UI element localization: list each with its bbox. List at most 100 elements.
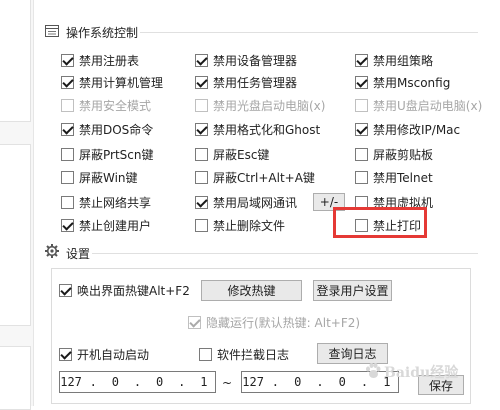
os-option-item[interactable]: 禁用Msconfig [355, 74, 450, 90]
intercept-log-checkbox[interactable] [199, 347, 212, 361]
os-option-label: 禁用Telnet [373, 170, 433, 185]
left-panel-box-bottom [0, 346, 31, 410]
os-option-checkbox[interactable] [355, 147, 368, 161]
hidden-run-checkbox-item[interactable]: 隐藏运行(默认热键: Alt+F2) [188, 314, 360, 330]
os-option-label: 屏蔽剪贴板 [373, 147, 434, 162]
os-option-checkbox[interactable] [195, 147, 208, 161]
os-option-label: 禁止删除文件 [213, 218, 286, 233]
ip-dot: . [271, 375, 280, 389]
os-option-label: 禁用设备管理器 [213, 53, 298, 68]
os-option-checkbox[interactable] [355, 98, 368, 112]
os-option-checkbox[interactable] [195, 122, 208, 136]
os-option-item[interactable]: 禁止创建用户 [61, 217, 151, 233]
ip-from-octet: 1 [200, 375, 208, 389]
left-panel-box-middle [0, 144, 31, 326]
os-option-checkbox[interactable] [61, 122, 74, 136]
intercept-log-label: 软件拦截日志 [217, 347, 290, 362]
gear-icon [45, 244, 59, 261]
os-option-checkbox[interactable] [61, 195, 74, 209]
os-option-item[interactable]: 禁用组策略 [355, 52, 433, 68]
os-option-item[interactable]: 禁用注册表 [61, 52, 139, 68]
os-option-checkbox[interactable] [61, 98, 74, 112]
ip-to-octet: 0 [338, 375, 346, 389]
os-option-label: 禁用任务管理器 [213, 75, 298, 90]
ip-dot: . [178, 375, 186, 389]
os-option-item[interactable]: 禁用设备管理器 [195, 52, 297, 68]
settings-title: 设置 [66, 247, 91, 261]
os-option-checkbox[interactable] [355, 170, 368, 184]
ip-dot: . [316, 375, 324, 389]
os-option-label: 禁用格式化和Ghost [213, 122, 321, 137]
ip-from-octet: 0 [111, 375, 119, 389]
os-control-title: 操作系统控制 [66, 26, 139, 40]
hidden-run-checkbox[interactable] [188, 315, 201, 329]
os-option-label: 禁止网络共享 [79, 195, 152, 210]
window-list-icon [45, 25, 59, 37]
ip-to-octet: 0 [294, 375, 302, 389]
os-option-label: 禁用光盘启动电脑(x) [213, 98, 326, 113]
os-option-checkbox[interactable] [61, 218, 74, 232]
ip-from-octet: 127 [60, 375, 82, 389]
os-option-item[interactable]: 禁用格式化和Ghost [195, 121, 320, 137]
os-option-checkbox[interactable] [195, 98, 208, 112]
ip-from-octet: 0 [156, 375, 164, 389]
os-option-checkbox[interactable] [195, 53, 208, 67]
os-option-item[interactable]: 屏蔽PrtScn键 [61, 146, 154, 162]
os-option-label: 禁用局域网通讯 [213, 195, 298, 210]
modify-hotkey-button[interactable]: 修改热键 [201, 280, 302, 301]
os-option-label: 禁用组策略 [373, 53, 434, 68]
os-option-checkbox[interactable] [61, 53, 74, 67]
os-option-item[interactable]: 禁用安全模式 [61, 97, 151, 113]
os-option-item[interactable]: 屏蔽Ctrl+Alt+A键 [195, 169, 315, 185]
os-option-label: 屏蔽PrtScn键 [79, 147, 154, 162]
os-option-label: 禁用Msconfig [373, 75, 451, 90]
os-option-label: 屏蔽Esc键 [213, 147, 270, 162]
os-option-item[interactable]: 禁用DOS命令 [61, 121, 153, 137]
os-option-item[interactable]: 屏蔽Win键 [61, 169, 138, 185]
ip-dot: . [89, 375, 97, 389]
os-option-checkbox[interactable] [195, 75, 208, 89]
os-option-checkbox[interactable] [355, 53, 368, 67]
os-option-item[interactable]: 禁用修改IP/Mac [355, 121, 460, 137]
hotkey-checkbox-item[interactable]: 唤出界面热键Alt+F2 [59, 282, 190, 298]
ip-range-separator: ~ [222, 376, 233, 390]
baidu-paw-logo [364, 362, 382, 383]
print-highlight-box [333, 207, 427, 238]
hotkey-checkbox[interactable] [59, 283, 72, 297]
os-option-checkbox[interactable] [195, 170, 208, 184]
os-option-item[interactable]: 禁用光盘启动电脑(x) [195, 97, 325, 113]
autostart-label: 开机自动启动 [77, 347, 150, 362]
os-option-label: 禁用安全模式 [79, 98, 152, 113]
os-option-checkbox[interactable] [195, 218, 208, 232]
os-option-item[interactable]: 禁用计算机管理 [61, 74, 163, 90]
os-option-item[interactable]: 禁用Telnet [355, 169, 433, 185]
os-option-label: 禁止创建用户 [79, 218, 152, 233]
os-option-label: 禁用注册表 [79, 53, 140, 68]
os-option-item[interactable]: 禁用U盘启动电脑(x) [355, 97, 482, 113]
os-option-checkbox[interactable] [61, 147, 74, 161]
os-option-label: 禁用DOS命令 [79, 122, 154, 137]
os-option-checkbox[interactable] [355, 75, 368, 89]
autostart-checkbox-item[interactable]: 开机自动启动 [59, 346, 149, 362]
os-option-checkbox[interactable] [61, 170, 74, 184]
os-option-item[interactable]: 禁止网络共享 [61, 194, 151, 210]
os-option-checkbox[interactable] [61, 75, 74, 89]
os-option-item[interactable]: 屏蔽剪贴板 [355, 146, 433, 162]
baidu-watermark: Baidu经验 [384, 365, 459, 381]
intercept-log-checkbox-item[interactable]: 软件拦截日志 [199, 346, 289, 362]
os-option-item[interactable]: 禁用任务管理器 [195, 74, 297, 90]
query-log-button[interactable]: 查询日志 [317, 343, 388, 364]
os-option-label: 禁用修改IP/Mac [373, 122, 461, 137]
left-panel-box-top [0, 0, 31, 122]
hotkey-label: 唤出界面热键Alt+F2 [77, 283, 190, 298]
os-option-item[interactable]: 屏蔽Esc键 [195, 146, 269, 162]
autostart-checkbox[interactable] [59, 347, 72, 361]
os-control-separator [140, 32, 478, 33]
os-option-checkbox[interactable] [195, 195, 208, 209]
settings-separator [92, 253, 478, 254]
os-option-item[interactable]: 禁用局域网通讯 [195, 194, 297, 210]
ip-from-input[interactable]: 127. 0. 0. 1 [59, 371, 216, 393]
login-user-settings-button[interactable]: 登录用户设置 [313, 280, 392, 301]
os-option-item[interactable]: 禁止删除文件 [195, 217, 285, 233]
os-option-checkbox[interactable] [355, 122, 368, 136]
